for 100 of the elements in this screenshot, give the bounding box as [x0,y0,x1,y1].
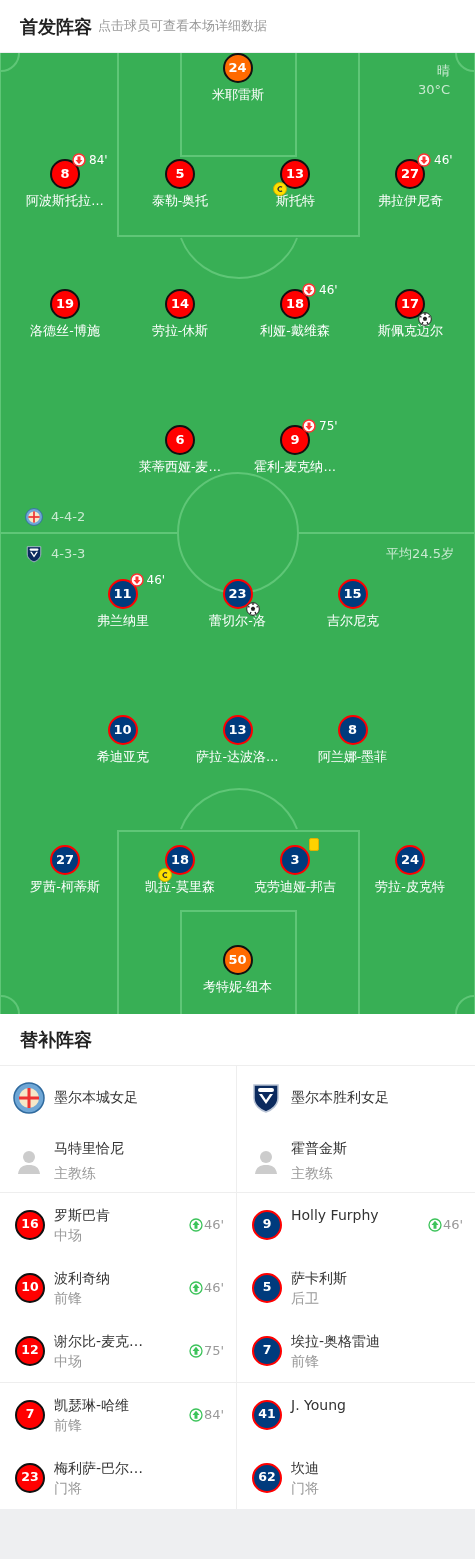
player-number: 16 [15,1209,45,1240]
player-number[interactable]: 24 [395,845,425,875]
substitute-row[interactable]: 9 Holly Furphy 46' [237,1193,475,1256]
sub-off-icon [302,283,316,297]
substitute-row[interactable]: 41 J. Young [237,1383,475,1446]
sub-off-icon [72,153,86,167]
player-position: 门将 [54,1479,83,1498]
player-number[interactable]: 14 [165,289,195,319]
player-name: 斯佩克迈尔 [377,322,443,339]
player-number[interactable]: 15 [337,579,368,609]
player-position: 门将 [291,1479,319,1498]
player-number[interactable]: 6 [165,425,195,455]
shield-icon [25,545,43,563]
player-name: 劳拉-休斯 [151,322,209,339]
formation-text: 4-4-2 [51,508,86,527]
player-number[interactable]: 13 [222,715,253,745]
player-number: 7 [252,1335,282,1366]
temperature-text: 30°C [417,81,450,99]
sub-minute: 75' [203,1341,224,1360]
player-name: J. Young [291,1396,346,1415]
player-name: 凯拉-莫里森 [145,878,215,895]
substitute-row[interactable]: 12 谢尔比-麦克… 中场 75' [0,1319,236,1382]
player-name: 波利奇纳 [54,1269,110,1288]
player-position: 中场 [54,1352,83,1371]
player-name: 克劳迪娅-邦吉 [253,878,337,895]
player-number[interactable]: 9 [280,425,310,455]
player-number: 7 [15,1399,45,1430]
player-number[interactable]: 18 [165,845,195,875]
player-number[interactable]: 3 [280,845,310,875]
substitute-row[interactable]: 7 凯瑟琳-哈维 前锋 84' [0,1383,236,1446]
sub-on-icon [188,1343,203,1358]
player-name: 蕾切尔-洛 [209,612,266,629]
player-name: 罗茜-柯蒂斯 [30,878,100,895]
player-number[interactable]: 27 [395,159,425,189]
player-number[interactable]: 11 [107,579,138,609]
player-position: 前锋 [54,1416,83,1435]
player-position: 前锋 [54,1289,83,1308]
player-number[interactable]: 5 [165,159,195,189]
player-name: 萨拉-达波洛… [196,748,279,765]
player-number[interactable]: 10 [107,715,138,745]
player-name: 霍利-麦克纳… [254,458,336,475]
substitute-row[interactable]: 5 萨卡利斯 后卫 [237,1256,475,1319]
player-number[interactable]: 18 [280,289,310,319]
hint-text: 点击球员可查看本场详细数据 [98,17,267,36]
player-name: 泰勒-奥托 [151,192,209,209]
player-name: 吉尔尼克 [326,612,379,629]
player-name: 斯托特 [275,192,315,209]
player-name: 劳拉-皮克特 [375,878,445,895]
team-name: 墨尔本城女足 [54,1088,138,1107]
crest-icon [13,1081,45,1114]
player-number[interactable]: 17 [395,289,425,319]
substitute-row[interactable]: 62 坎迪 门将 [237,1446,475,1509]
substitute-row[interactable]: 10 波利奇纳 前锋 46' [0,1256,236,1319]
weather-text: 晴 [436,62,450,80]
sub-off-icon [417,153,431,167]
player-name: 希迪亚克 [96,748,149,765]
substitute-row[interactable]: 7 埃拉-奥格雷迪 前锋 [237,1319,475,1382]
player-name: 萨卡利斯 [291,1269,347,1288]
sub-minute: 46' [434,152,453,169]
formation-text: 4-3-3 [51,545,86,564]
player-number[interactable]: 13 [280,159,310,189]
player-number: 12 [15,1335,45,1366]
sub-on-icon [427,1217,442,1232]
player-number[interactable]: 8 [50,159,80,189]
substitute-row[interactable]: 23 梅利萨-巴尔… 门将 [0,1446,236,1509]
player-number: 5 [252,1272,282,1303]
average-age: 平均24.5岁 [386,545,454,564]
sub-minute: 46' [203,1215,224,1234]
player-name: 考特妮-纽本 [202,978,273,995]
sub-minute: 46' [442,1215,463,1234]
crest-icon [25,508,43,526]
coach-role: 主教练 [291,1164,334,1183]
player-name: 弗兰纳里 [96,612,149,629]
sub-minute: 75' [319,418,338,435]
substitute-row[interactable]: 16 罗斯巴肯 中场 46' [0,1193,236,1256]
sub-on-icon [188,1407,203,1422]
team-name: 墨尔本胜利女足 [291,1088,389,1107]
player-name: 米耶雷斯 [211,86,264,103]
shield-icon [250,1081,282,1114]
player-number[interactable]: 27 [50,845,80,875]
player-name: 莱蒂西娅-麦… [139,458,221,475]
player-number: 9 [252,1209,282,1240]
player-number[interactable]: 8 [337,715,368,745]
section-title: 首发阵容 [20,14,92,39]
sub-minute: 84' [203,1405,224,1424]
coach-name: 霍普金斯 [291,1139,347,1158]
player-number: 23 [15,1462,45,1493]
player-name: 凯瑟琳-哈维 [54,1396,130,1415]
player-number[interactable]: 23 [222,579,253,609]
player-number[interactable]: 19 [50,289,80,319]
player-name: 埃拉-奥格雷迪 [291,1332,381,1351]
player-number: 41 [252,1399,282,1430]
player-position: 后卫 [291,1289,320,1308]
sub-minute: 46' [319,282,338,299]
sub-minute: 46' [146,572,166,589]
sub-off-icon [129,573,144,587]
sub-on-icon [188,1217,203,1232]
player-name: 洛德丝-博施 [30,322,100,339]
coach-role: 主教练 [54,1164,97,1183]
player-number: 62 [252,1462,282,1493]
